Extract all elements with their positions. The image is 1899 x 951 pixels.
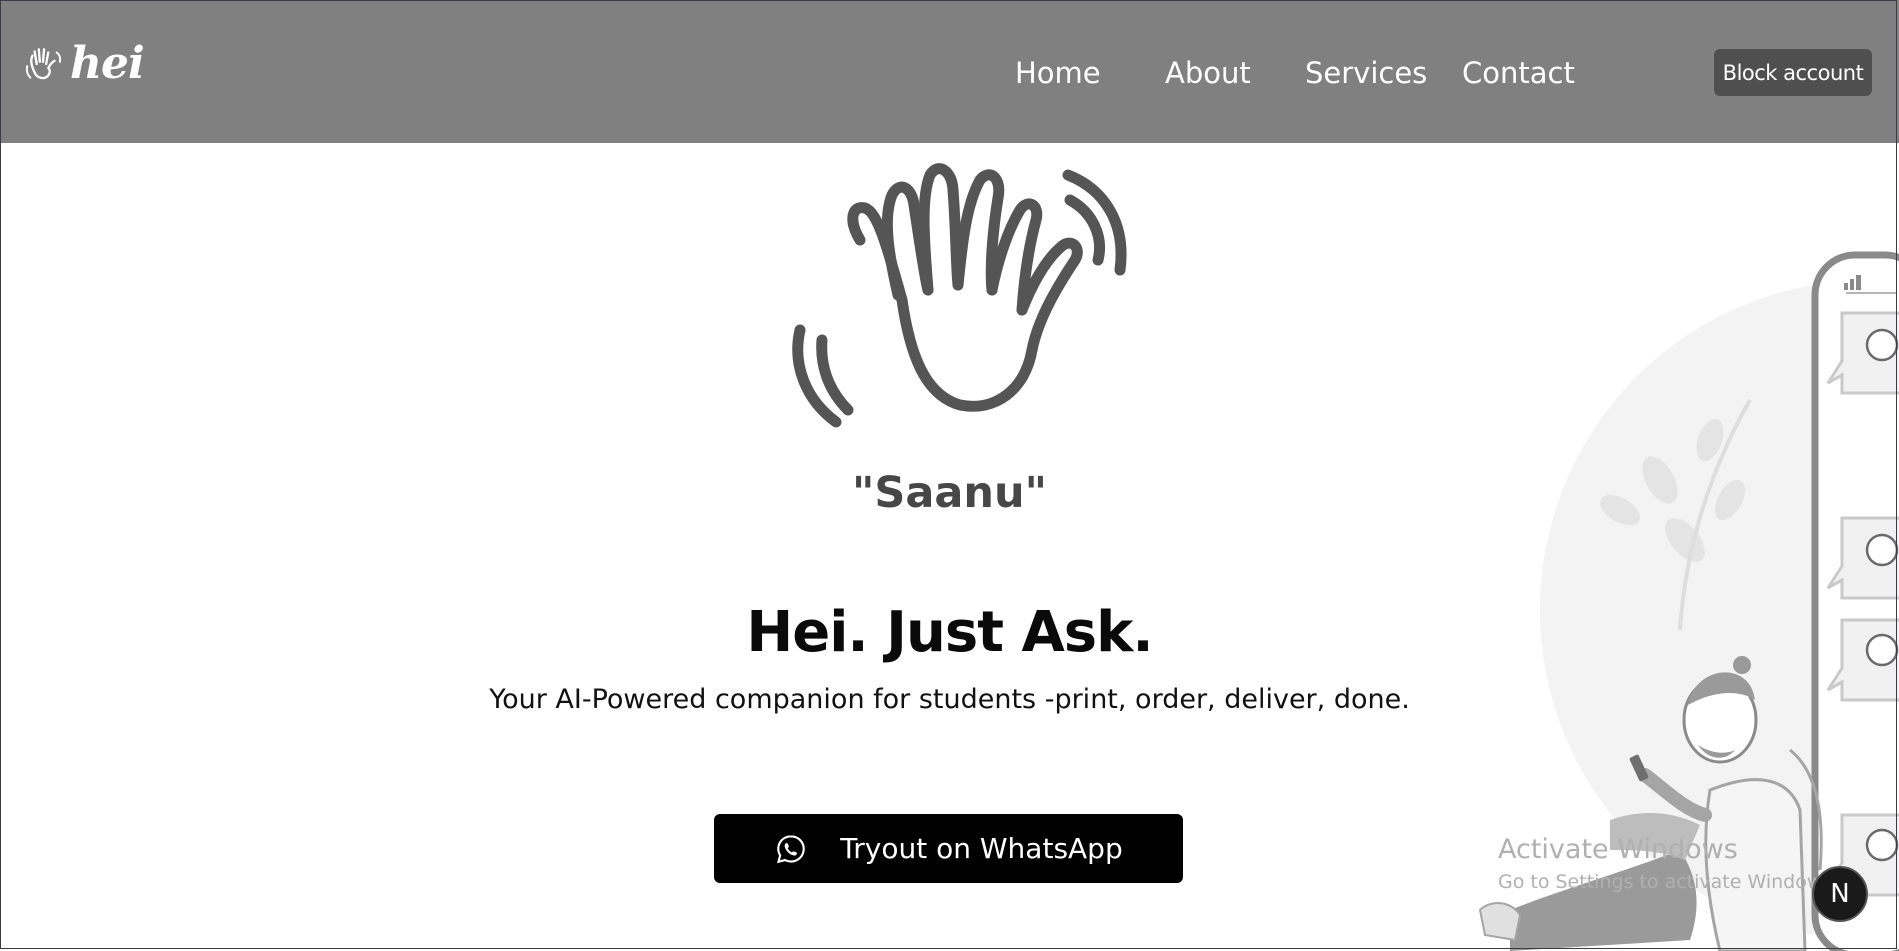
nav-contact[interactable]: Contact [1462,50,1575,96]
block-account-button[interactable]: Block account [1714,49,1872,96]
nav-about[interactable]: About [1165,50,1251,96]
nav-home[interactable]: Home [1015,50,1101,96]
nav-services[interactable]: Services [1305,50,1427,96]
waving-hand-icon [792,163,1127,428]
whatsapp-icon [777,834,806,863]
whatsapp-cta-button[interactable]: Tryout on WhatsApp [714,814,1183,883]
whatsapp-cta-label: Tryout on WhatsApp [840,832,1123,865]
floating-n-badge[interactable]: N [1812,866,1868,922]
student-phone-illustration [1478,251,1899,951]
main-nav: Home About Services Contact [0,50,1899,96]
site-header: hei Home About Services Contact Block ac… [0,0,1899,143]
